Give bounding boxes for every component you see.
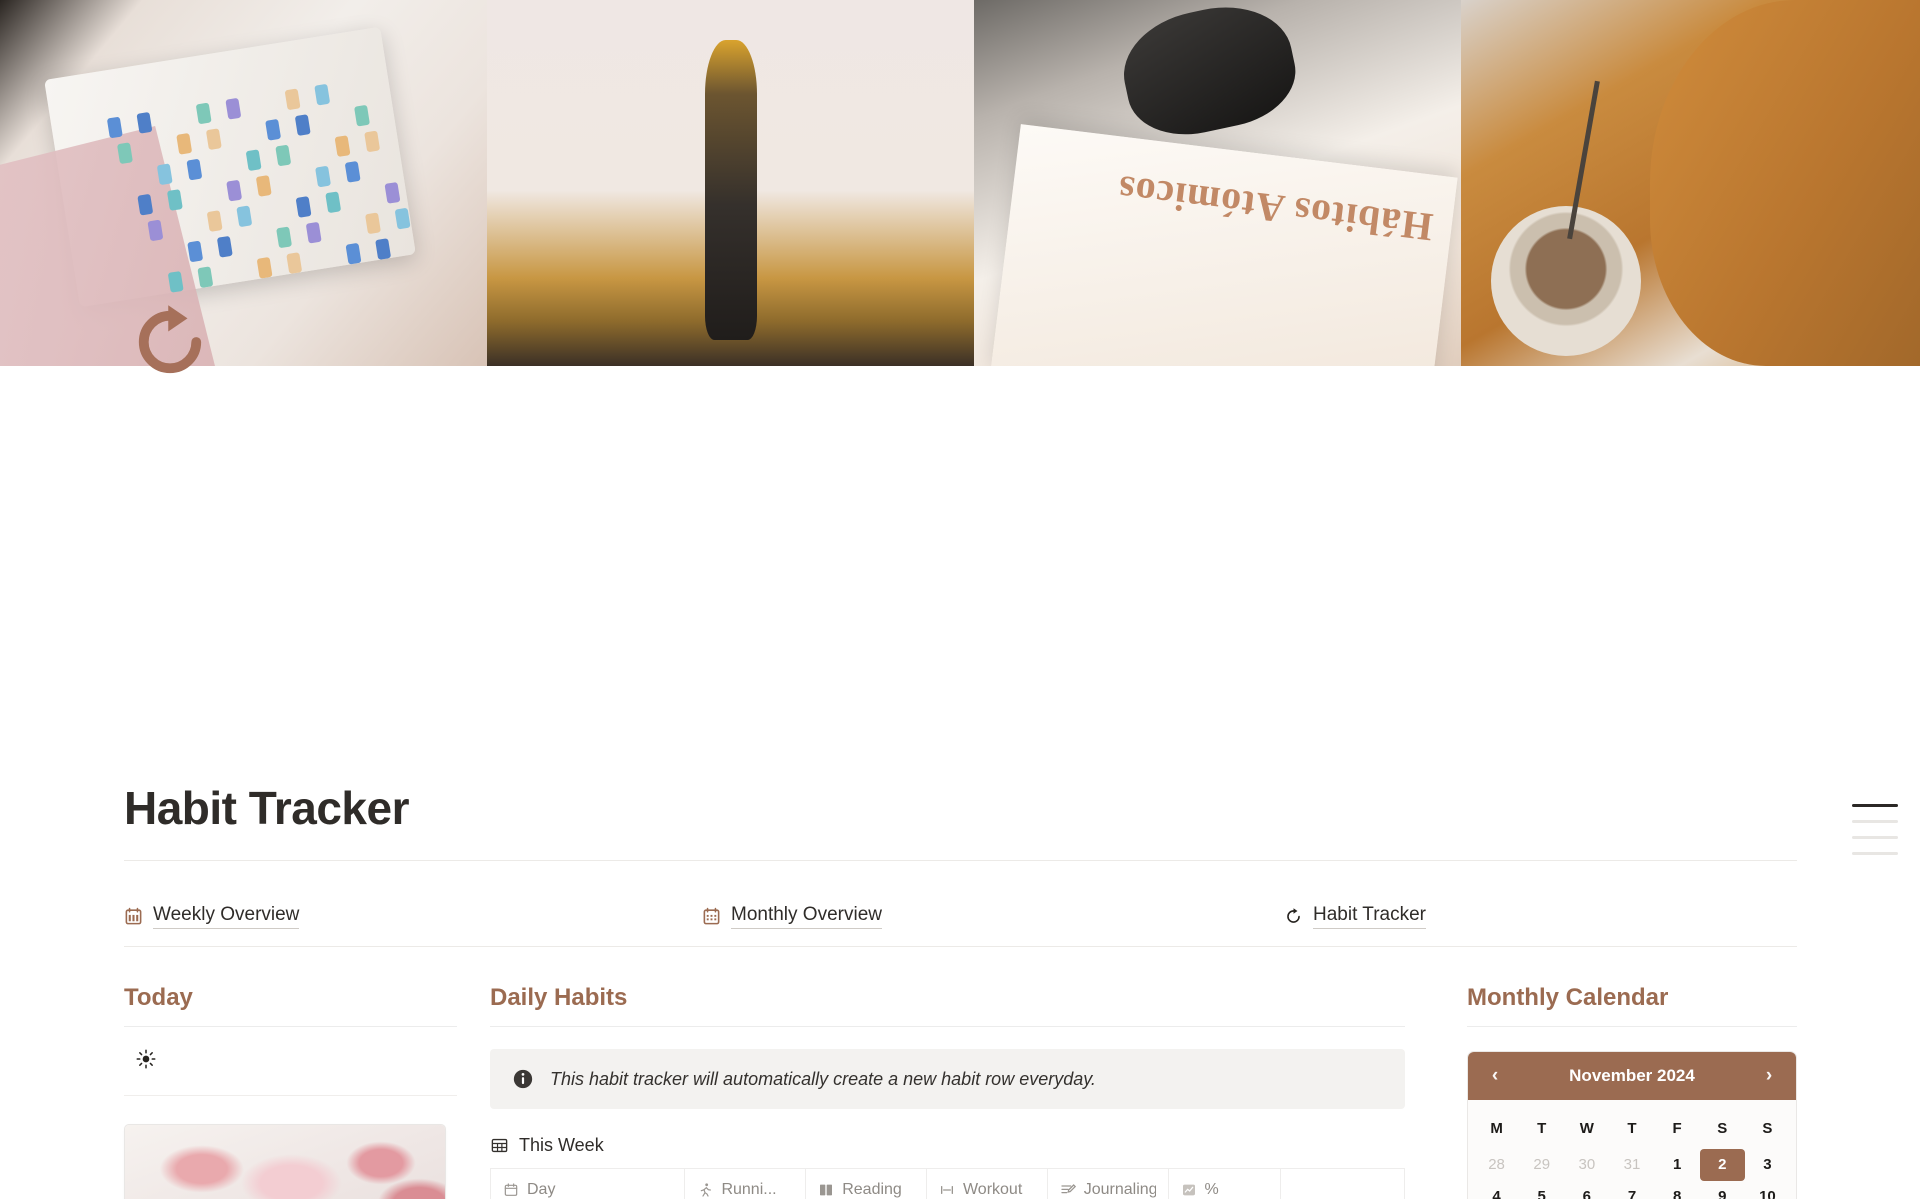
monthly-calendar-column: Monthly Calendar ‹ November 2024 › M T W T F… (1467, 984, 1797, 1199)
calendar-day[interactable]: 28 (1474, 1149, 1519, 1181)
column-header-label: Journaling (1083, 1181, 1156, 1198)
table-icon (490, 1136, 509, 1155)
column-header-label: Runni... (721, 1181, 777, 1198)
calendar-dow-1: T (1537, 1120, 1547, 1137)
outline-bar-active[interactable] (1852, 804, 1898, 807)
cover-image-atomic-habits-book: Hábitos Atómicos (974, 0, 1461, 366)
calendar-grid: MTWTFSS282930311234567891011121314151617… (1468, 1100, 1796, 1199)
page-cover-banner: Hábitos Atómicos (0, 0, 1920, 366)
dumbbell-icon (939, 1182, 955, 1198)
nav-link-weekly-overview[interactable]: Weekly Overview (124, 904, 300, 929)
running-icon (697, 1182, 713, 1198)
info-callout: This habit tracker will automatically cr… (490, 1049, 1405, 1109)
chart-icon (1181, 1182, 1197, 1198)
calendar-week-icon (124, 907, 143, 926)
nav-link-label: Weekly Overview (153, 904, 300, 929)
calendar-icon (503, 1182, 519, 1198)
calendar-heading: Monthly Calendar (1467, 984, 1669, 1011)
column-header-journaling[interactable]: Journaling (1046, 1168, 1169, 1199)
column-header-reading[interactable]: Reading (805, 1168, 927, 1199)
calendar-dow-6: S (1762, 1120, 1773, 1137)
cover-image-runner (487, 0, 974, 366)
table-title-text: This Week (519, 1135, 604, 1155)
nav-link-label: Habit Tracker (1313, 904, 1426, 929)
calendar-dow-4: F (1672, 1120, 1682, 1137)
column-header-label: % (1204, 1181, 1219, 1198)
computer-mouse-shape (1113, 0, 1305, 147)
habits-table: Day Runni... Reading Workout Journaling … (489, 1168, 1405, 1199)
three-column-layout: Today Daily Habits This habit tracker wi… (124, 984, 1797, 1199)
calendar-dow-2: W (1579, 1120, 1594, 1137)
refresh-loop-icon[interactable] (128, 300, 212, 384)
column-header-workout[interactable]: Workout (925, 1168, 1048, 1199)
callout-text: This habit tracker will automatically cr… (550, 1068, 1096, 1089)
table-title-row[interactable]: This Week (490, 1135, 1405, 1156)
calendar-day[interactable]: 7 (1609, 1181, 1654, 1199)
calendar-day[interactable]: 30 (1564, 1149, 1609, 1181)
outline-bar[interactable] (1852, 836, 1898, 839)
chevron-right-icon[interactable]: › (1758, 1065, 1780, 1087)
page-nav-links: Weekly Overview Monthly Overview Habit T… (124, 886, 1797, 946)
calendar-day[interactable]: 5 (1519, 1181, 1564, 1199)
note-pencil-icon (1060, 1182, 1076, 1198)
refresh-loop-icon (1284, 907, 1303, 926)
journal-dot-grid (106, 68, 434, 312)
calendar-widget: ‹ November 2024 › M T W T F S S 28 29 30 31 1 2 3 4 5 6 7… (1467, 1051, 1797, 1199)
sun-icon (124, 1027, 457, 1095)
calendar-header: ‹ November 2024 › (1468, 1052, 1796, 1100)
daily-habits-heading: Daily Habits (490, 984, 628, 1011)
nav-divider (124, 946, 1797, 947)
calendar-day[interactable]: 8 (1655, 1181, 1700, 1199)
calendar-divider (1467, 1026, 1797, 1027)
calendar-day[interactable]: 3 (1745, 1149, 1790, 1181)
title-divider (124, 860, 1797, 861)
column-header-running[interactable]: Runni... (684, 1168, 807, 1199)
column-header-label: Day (527, 1181, 556, 1198)
table-header-row: Day Runni... Reading Workout Journaling … (489, 1168, 1405, 1199)
nav-link-label: Monthly Overview (731, 904, 882, 929)
calendar-month-icon (702, 907, 721, 926)
today-divider-2 (124, 1095, 457, 1096)
today-habit-card[interactable]: @Today Journaling Reading Running (124, 1124, 446, 1199)
daily-habits-divider (490, 1026, 1405, 1027)
chevron-left-icon[interactable]: ‹ (1484, 1065, 1506, 1087)
calendar-day[interactable]: 6 (1564, 1181, 1609, 1199)
nav-link-habit-tracker[interactable]: Habit Tracker (1284, 904, 1426, 929)
runner-silhouette (704, 40, 757, 340)
column-header-day[interactable]: Day (489, 1168, 686, 1199)
calendar-day[interactable]: 31 (1609, 1149, 1654, 1181)
book-icon (818, 1182, 834, 1198)
book-cover-text: Hábitos Atómicos (1115, 166, 1436, 251)
calendar-dow-5: S (1717, 1120, 1728, 1137)
nav-link-monthly-overview[interactable]: Monthly Overview (702, 904, 882, 929)
calendar-dow-0: M (1490, 1120, 1503, 1137)
calendar-day[interactable]: 4 (1474, 1181, 1519, 1199)
card-cover-image-magnolia (125, 1125, 445, 1199)
info-icon (512, 1068, 534, 1090)
daily-habits-column: Daily Habits This habit tracker will aut… (489, 984, 1405, 1199)
column-header-label: Workout (962, 1181, 1023, 1198)
calendar-dow-3: T (1627, 1120, 1637, 1137)
coffee-cup-shape (1491, 206, 1641, 356)
calendar-day[interactable]: 29 (1519, 1149, 1564, 1181)
calendar-month-label: November 2024 (1569, 1066, 1695, 1085)
column-header-label: Reading (842, 1181, 902, 1198)
calendar-day[interactable]: 1 (1655, 1149, 1700, 1181)
outline-scroll-indicator[interactable] (1852, 804, 1898, 868)
column-header-empty (1280, 1168, 1405, 1199)
outline-bar[interactable] (1852, 852, 1898, 855)
today-column: Today (124, 984, 457, 1199)
page-title: Habit Tracker (124, 782, 409, 834)
calendar-day[interactable]: 10 (1745, 1181, 1790, 1199)
outline-bar[interactable] (1852, 820, 1898, 823)
sweater-shape (1650, 0, 1920, 366)
today-heading: Today (124, 984, 193, 1011)
cover-image-coffee (1461, 0, 1920, 366)
calendar-day-selected[interactable]: 2 (1699, 1149, 1745, 1181)
calendar-day[interactable]: 9 (1700, 1181, 1745, 1199)
column-header-percent[interactable]: % (1167, 1168, 1282, 1199)
cover-image-habit-journal (0, 0, 487, 366)
